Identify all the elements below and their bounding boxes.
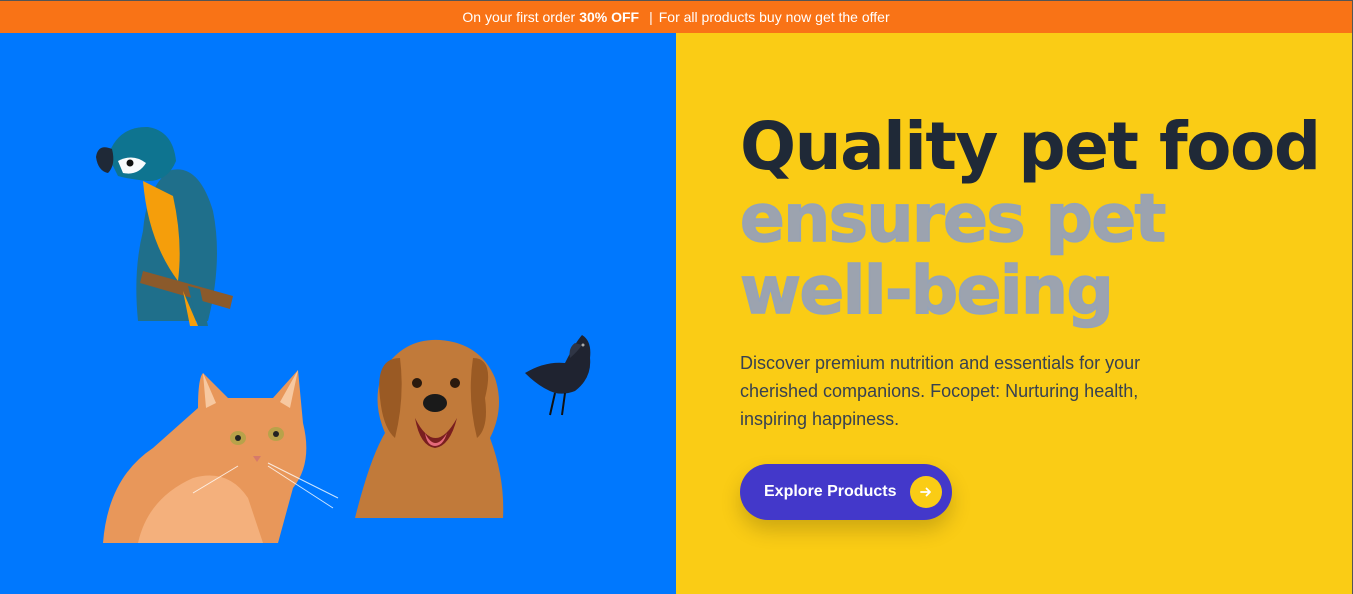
explore-products-button[interactable]: Explore Products [740,464,952,520]
promo-separator: | [649,9,653,25]
headline-secondary: ensures pet well-being [739,180,1167,329]
parrot-image [96,126,233,326]
cat-image [103,370,339,543]
explore-products-label: Explore Products [764,483,897,500]
headline-primary: Quality pet food [740,108,1321,185]
hero-image-panel [0,33,676,594]
promo-prefix: On your first order [462,9,576,25]
hero-content-panel: Quality pet food ensures pet well-being … [676,33,1353,594]
arrow-right-icon [910,476,942,508]
promo-highlight: 30% OFF [579,9,640,25]
crow-image [525,335,591,416]
promo-banner: On your first order 30% OFF | For all pr… [0,0,1353,33]
hero-description: Discover premium nutrition and essential… [740,353,1141,429]
hero-headline: Quality pet food ensures pet well-being [739,108,1321,329]
dog-image [355,339,504,518]
promo-suffix: For all products buy now get the offer [658,9,890,25]
